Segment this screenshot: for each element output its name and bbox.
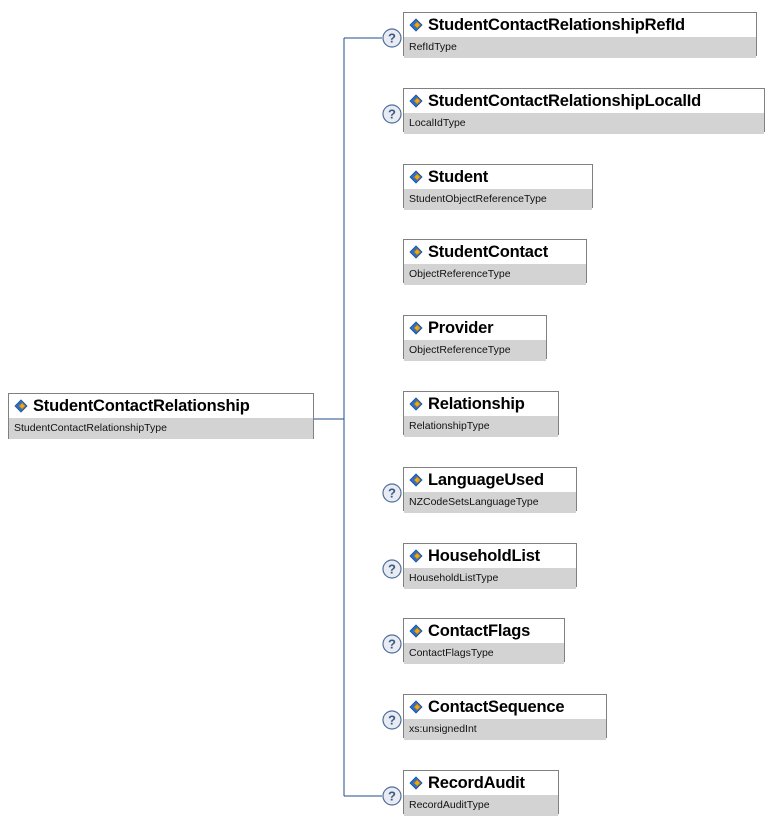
- optional-question-icon[interactable]: ?: [382, 483, 402, 503]
- svg-text:?: ?: [388, 31, 396, 46]
- child-element-name: Provider: [428, 318, 494, 337]
- child-element-name: Relationship: [428, 394, 525, 413]
- child-element-node[interactable]: HouseholdList HouseholdListType: [403, 543, 577, 589]
- child-element-header: StudentContactRelationshipRefId: [404, 13, 756, 37]
- optional-question-icon[interactable]: ?: [382, 710, 402, 730]
- child-element-node[interactable]: StudentContactRelationshipRefId RefIdType: [403, 12, 757, 58]
- child-element-type: StudentObjectReferenceType: [404, 189, 592, 210]
- svg-text:?: ?: [388, 562, 396, 577]
- element-diamond-icon: [409, 245, 425, 259]
- child-element-node[interactable]: Student StudentObjectReferenceType: [403, 164, 593, 210]
- child-element-type: NZCodeSetsLanguageType: [404, 492, 576, 513]
- child-element-type: RelationshipType: [404, 416, 558, 437]
- child-element-name: StudentContact: [428, 242, 549, 261]
- optional-question-icon[interactable]: ?: [382, 634, 402, 654]
- svg-text:?: ?: [388, 789, 396, 804]
- child-element-node[interactable]: ContactFlags ContactFlagsType: [403, 618, 565, 664]
- optional-question-icon[interactable]: ?: [382, 559, 402, 579]
- child-element-name: ContactFlags: [428, 621, 531, 640]
- root-element-header: StudentContactRelationship: [9, 394, 313, 418]
- child-element-header: ContactSequence: [404, 695, 606, 719]
- element-diamond-icon: [409, 624, 425, 638]
- child-element-name: StudentContactRelationshipRefId: [428, 15, 685, 34]
- optional-question-icon[interactable]: ?: [382, 104, 402, 124]
- child-element-name: Student: [428, 167, 489, 186]
- child-element-header: Relationship: [404, 392, 558, 416]
- child-element-header: StudentContact: [404, 240, 586, 264]
- child-element-node[interactable]: RecordAudit RecordAuditType: [403, 770, 559, 816]
- svg-text:?: ?: [388, 107, 396, 122]
- schema-diagram: StudentContactRelationship StudentContac…: [0, 0, 766, 824]
- child-element-node[interactable]: StudentContactRelationshipLocalId LocalId…: [403, 88, 765, 134]
- root-element-type: StudentContactRelationshipType: [9, 418, 313, 439]
- child-element-header: ContactFlags: [404, 619, 564, 643]
- child-element-name: LanguageUsed: [428, 470, 544, 489]
- child-element-type: ContactFlagsType: [404, 643, 564, 664]
- element-diamond-icon: [409, 473, 425, 487]
- child-element-name: ContactSequence: [428, 697, 565, 716]
- child-element-header: Provider: [404, 316, 546, 340]
- child-element-type: HouseholdListType: [404, 568, 576, 589]
- optional-question-icon[interactable]: ?: [382, 786, 402, 806]
- child-element-header: LanguageUsed: [404, 468, 576, 492]
- child-element-header: RecordAudit: [404, 771, 558, 795]
- child-element-type: RefIdType: [404, 37, 756, 58]
- element-diamond-icon: [409, 170, 425, 184]
- child-element-node[interactable]: LanguageUsed NZCodeSetsLanguageType: [403, 467, 577, 513]
- element-diamond-icon: [409, 397, 425, 411]
- child-element-type: xs:unsignedInt: [404, 719, 606, 740]
- element-diamond-icon: [409, 549, 425, 563]
- child-element-type: LocalIdType: [404, 113, 764, 134]
- element-diamond-icon: [409, 321, 425, 335]
- element-diamond-icon: [409, 776, 425, 790]
- optional-question-icon[interactable]: ?: [382, 28, 402, 48]
- root-element-node[interactable]: StudentContactRelationship StudentContac…: [8, 393, 314, 439]
- child-element-node[interactable]: Provider ObjectReferenceType: [403, 315, 547, 361]
- child-element-header: HouseholdList: [404, 544, 576, 568]
- child-element-node[interactable]: Relationship RelationshipType: [403, 391, 559, 437]
- child-element-name: RecordAudit: [428, 773, 525, 792]
- element-diamond-icon: [409, 700, 425, 714]
- root-element-name: StudentContactRelationship: [33, 396, 250, 415]
- element-diamond-icon: [409, 18, 425, 32]
- child-element-header: StudentContactRelationshipLocalId: [404, 89, 764, 113]
- svg-text:?: ?: [388, 486, 396, 501]
- child-element-node[interactable]: ContactSequence xs:unsignedInt: [403, 694, 607, 740]
- child-element-node[interactable]: StudentContact ObjectReferenceType: [403, 239, 587, 285]
- child-element-header: Student: [404, 165, 592, 189]
- svg-text:?: ?: [388, 637, 396, 652]
- child-element-type: ObjectReferenceType: [404, 264, 586, 285]
- child-element-name: StudentContactRelationshipLocalId: [428, 91, 701, 110]
- child-element-type: ObjectReferenceType: [404, 340, 546, 361]
- element-diamond-icon: [409, 94, 425, 108]
- svg-text:?: ?: [388, 713, 396, 728]
- element-diamond-icon: [14, 399, 30, 413]
- child-element-name: HouseholdList: [428, 546, 540, 565]
- child-element-type: RecordAuditType: [404, 795, 558, 816]
